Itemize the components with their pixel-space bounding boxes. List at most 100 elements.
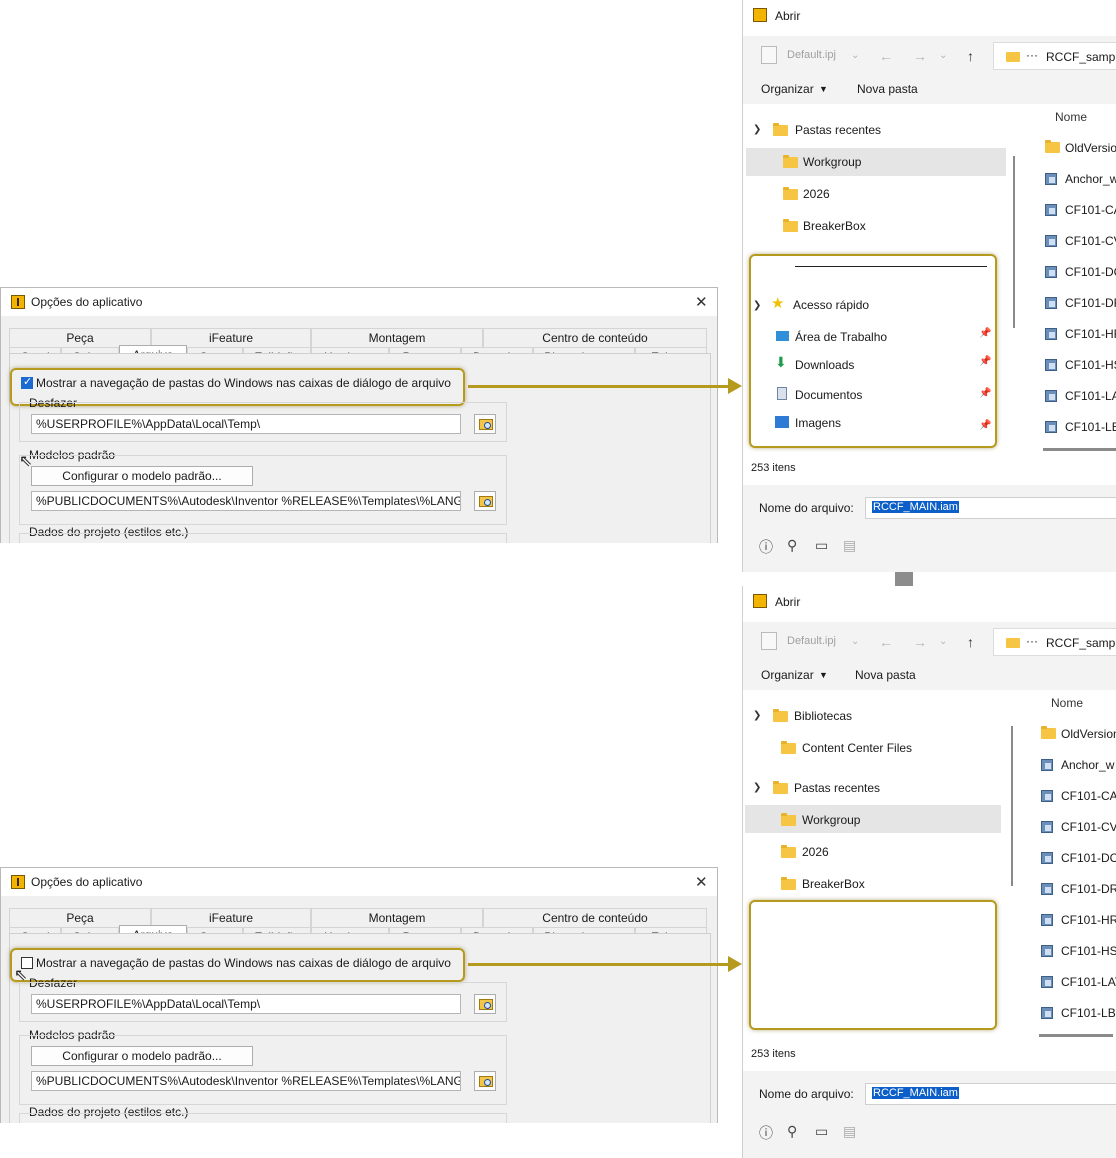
open-dialog-bottom: Abrir Default.ipj ⌄ ← → ⌄ ↑ ··· RCCF_sam… xyxy=(742,586,1116,1158)
nav-recent-folders[interactable]: Pastas recentes xyxy=(794,781,880,795)
tab-montagem[interactable]: Montagem xyxy=(311,908,483,927)
up-arrow-icon[interactable]: ↑ xyxy=(967,634,974,650)
horizontal-scrollbar[interactable] xyxy=(1039,1034,1113,1037)
tab-centro-conteudo[interactable]: Centro de conteúdo xyxy=(483,328,707,347)
folder-icon xyxy=(1045,140,1060,153)
caret-down-icon[interactable]: ▼ xyxy=(819,670,828,680)
nav-recent-folders[interactable]: Pastas recentes xyxy=(795,123,881,137)
recent-dropdown-icon[interactable]: ⌄ xyxy=(939,50,947,61)
up-arrow-icon[interactable]: ↑ xyxy=(967,48,974,64)
back-arrow-icon[interactable]: ← xyxy=(879,634,893,650)
options-icon[interactable]: ▤ xyxy=(843,1123,856,1140)
help-icon[interactable]: ⓘ xyxy=(759,1123,773,1143)
folder-icon xyxy=(783,187,798,200)
address-bar: Default.ipj ⌄ ← → ⌄ ↑ ··· RCCF_sample xyxy=(743,36,1116,76)
file-row[interactable]: CF101-CA xyxy=(1061,789,1116,803)
forward-arrow-icon[interactable]: → xyxy=(913,48,927,64)
breadcrumb-overflow[interactable]: ··· xyxy=(1026,48,1038,62)
breadcrumb[interactable]: ··· RCCF_sample xyxy=(993,628,1116,656)
file-row[interactable]: CF101-HS xyxy=(1065,358,1116,372)
nav-item-breakerbox[interactable]: BreakerBox xyxy=(802,877,865,891)
preview-icon[interactable]: ▭ xyxy=(815,537,828,554)
organize-menu[interactable]: Organizar xyxy=(761,82,814,96)
new-folder-button[interactable]: Nova pasta xyxy=(857,82,918,96)
chevron-down-icon[interactable]: ⌄ xyxy=(851,636,859,647)
file-row[interactable]: OldVersion xyxy=(1061,727,1116,741)
chevron-down-icon[interactable]: ❯ xyxy=(753,710,761,721)
nav-item-2026[interactable]: 2026 xyxy=(802,845,829,859)
templates-path-field[interactable]: %PUBLICDOCUMENTS%\Autodesk\Inventor %REL… xyxy=(31,491,461,511)
configure-template-button[interactable]: Configurar o modelo padrão... xyxy=(31,1046,253,1066)
project-name[interactable]: Default.ipj xyxy=(787,635,836,647)
file-row[interactable]: CF101-DRI xyxy=(1061,882,1116,896)
inventor-app-icon xyxy=(753,8,767,22)
nav-item-content-center[interactable]: Content Center Files xyxy=(802,741,912,755)
recent-dropdown-icon[interactable]: ⌄ xyxy=(939,636,947,647)
assembly-file-icon xyxy=(1041,852,1053,864)
nav-item-2026[interactable]: 2026 xyxy=(803,187,830,201)
browse-folder-icon[interactable] xyxy=(474,491,496,511)
file-row[interactable]: Anchor_w xyxy=(1061,758,1114,772)
horizontal-scrollbar[interactable] xyxy=(1043,448,1116,451)
organize-menu[interactable]: Organizar xyxy=(761,668,814,682)
undo-path-field[interactable]: %USERPROFILE%\AppData\Local\Temp\ xyxy=(31,994,461,1014)
column-header-name[interactable]: Nome xyxy=(1051,696,1083,710)
chevron-down-icon[interactable]: ❯ xyxy=(753,124,761,135)
assembly-file-icon xyxy=(1045,297,1057,309)
file-row[interactable]: CF101-DC xyxy=(1065,265,1116,279)
close-icon[interactable]: ✕ xyxy=(695,873,708,891)
breadcrumb-path[interactable]: RCCF_sample xyxy=(1046,50,1116,64)
filename-input[interactable]: RCCF_MAIN.iam xyxy=(865,497,1116,519)
assembly-file-icon xyxy=(1041,759,1053,771)
nav-item-workgroup[interactable]: Workgroup xyxy=(803,155,861,169)
file-row[interactable]: CF101-HF xyxy=(1065,327,1116,341)
templates-path-field[interactable]: %PUBLICDOCUMENTS%\Autodesk\Inventor %REL… xyxy=(31,1071,461,1091)
breadcrumb[interactable]: ··· RCCF_sample xyxy=(993,42,1116,70)
breadcrumb-overflow[interactable]: ··· xyxy=(1026,634,1038,648)
filename-input[interactable]: RCCF_MAIN.iam xyxy=(865,1083,1116,1105)
file-row[interactable]: CF101-DF xyxy=(1065,296,1116,310)
search-icon[interactable]: ⚲ xyxy=(787,537,797,554)
nav-item-workgroup[interactable]: Workgroup xyxy=(802,813,860,827)
file-row[interactable]: CF101-CV xyxy=(1065,234,1116,248)
caret-down-icon[interactable]: ▼ xyxy=(819,84,828,94)
column-header-name[interactable]: Nome xyxy=(1055,110,1087,124)
file-row[interactable]: CF101-LA xyxy=(1065,389,1116,403)
forward-arrow-icon[interactable]: → xyxy=(913,634,927,650)
chevron-down-icon[interactable]: ❯ xyxy=(753,782,761,793)
file-row[interactable]: CF101-HSI xyxy=(1061,944,1116,958)
nav-libraries[interactable]: Bibliotecas xyxy=(794,709,852,723)
project-name[interactable]: Default.ipj xyxy=(787,49,836,61)
chevron-down-icon[interactable]: ⌄ xyxy=(851,50,859,61)
tab-montagem[interactable]: Montagem xyxy=(311,328,483,347)
file-row[interactable]: CF101-LAT xyxy=(1061,975,1116,989)
file-row[interactable]: CF101-LB xyxy=(1065,420,1116,434)
help-icon[interactable]: ⓘ xyxy=(759,537,773,557)
browse-folder-icon[interactable] xyxy=(474,414,496,434)
close-icon[interactable]: ✕ xyxy=(695,293,708,311)
file-row[interactable]: OldVersio xyxy=(1065,141,1116,155)
pane-scrollbar[interactable] xyxy=(1013,156,1015,328)
new-folder-button[interactable]: Nova pasta xyxy=(855,668,916,682)
project-file-icon xyxy=(761,46,777,64)
options-titlebar: Opções do aplicativo ✕ xyxy=(1,288,717,316)
breadcrumb-path[interactable]: RCCF_sample xyxy=(1046,636,1116,650)
file-row[interactable]: CF101-HRI xyxy=(1061,913,1116,927)
tab-centro-conteudo[interactable]: Centro de conteúdo xyxy=(483,908,707,927)
file-row[interactable]: CF101-CVI xyxy=(1061,820,1116,834)
navigation-pane: ❯ Bibliotecas Content Center Files ❯ Pas… xyxy=(743,690,1013,1042)
file-row[interactable]: CF101-LBE xyxy=(1061,1006,1116,1020)
nav-item-breakerbox[interactable]: BreakerBox xyxy=(803,219,866,233)
pane-scrollbar[interactable] xyxy=(1011,726,1013,886)
file-row[interactable]: Anchor_w xyxy=(1065,172,1116,186)
browse-folder-icon[interactable] xyxy=(474,1071,496,1091)
preview-icon[interactable]: ▭ xyxy=(815,1123,828,1140)
search-icon[interactable]: ⚲ xyxy=(787,1123,797,1140)
back-arrow-icon[interactable]: ← xyxy=(879,48,893,64)
undo-path-field[interactable]: %USERPROFILE%\AppData\Local\Temp\ xyxy=(31,414,461,434)
configure-template-button[interactable]: Configurar o modelo padrão... xyxy=(31,466,253,486)
browse-folder-icon[interactable] xyxy=(474,994,496,1014)
file-row[interactable]: CF101-CA xyxy=(1065,203,1116,217)
options-icon[interactable]: ▤ xyxy=(843,537,856,554)
file-row[interactable]: CF101-DCI xyxy=(1061,851,1116,865)
